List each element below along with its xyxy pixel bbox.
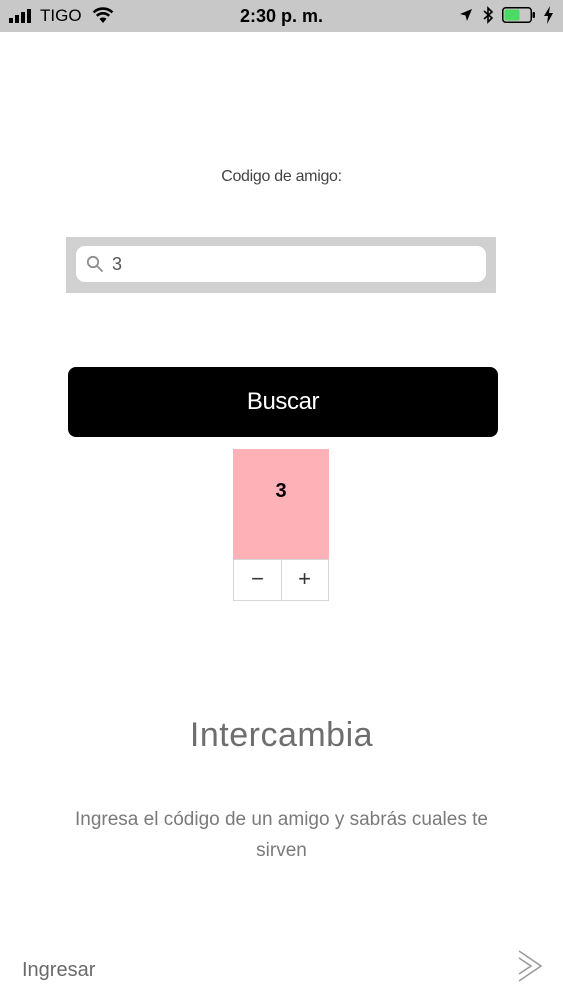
chevron-right-icon[interactable] (516, 949, 544, 983)
intro-description: Ingresa el código de un amigo y sabrás c… (75, 809, 488, 861)
stepper-value: 3 (233, 449, 329, 559)
bluetooth-icon (483, 6, 494, 24)
search-icon (86, 255, 103, 272)
search-button[interactable]: Buscar (68, 367, 498, 437)
friend-code-label: Codigo de amigo: (221, 168, 342, 185)
decrement-button[interactable]: − (234, 560, 282, 600)
search-field[interactable] (76, 246, 486, 282)
increment-button[interactable]: + (281, 560, 328, 600)
stepper-card: 3 − + (233, 449, 329, 601)
status-bar: TIGO 2:30 p. m. (0, 0, 563, 32)
status-time: 2:30 p. m. (239, 6, 324, 26)
search-bar (66, 237, 496, 293)
charging-bolt-icon (544, 6, 553, 24)
battery-icon (502, 7, 535, 23)
location-arrow-icon (460, 9, 472, 21)
quantity-stepper: − + (233, 559, 329, 601)
friend-code-input[interactable] (112, 246, 472, 282)
intro-title: Intercambia (189, 716, 374, 754)
battery-level-fill (504, 9, 520, 21)
login-link[interactable]: Ingresar (22, 959, 95, 982)
